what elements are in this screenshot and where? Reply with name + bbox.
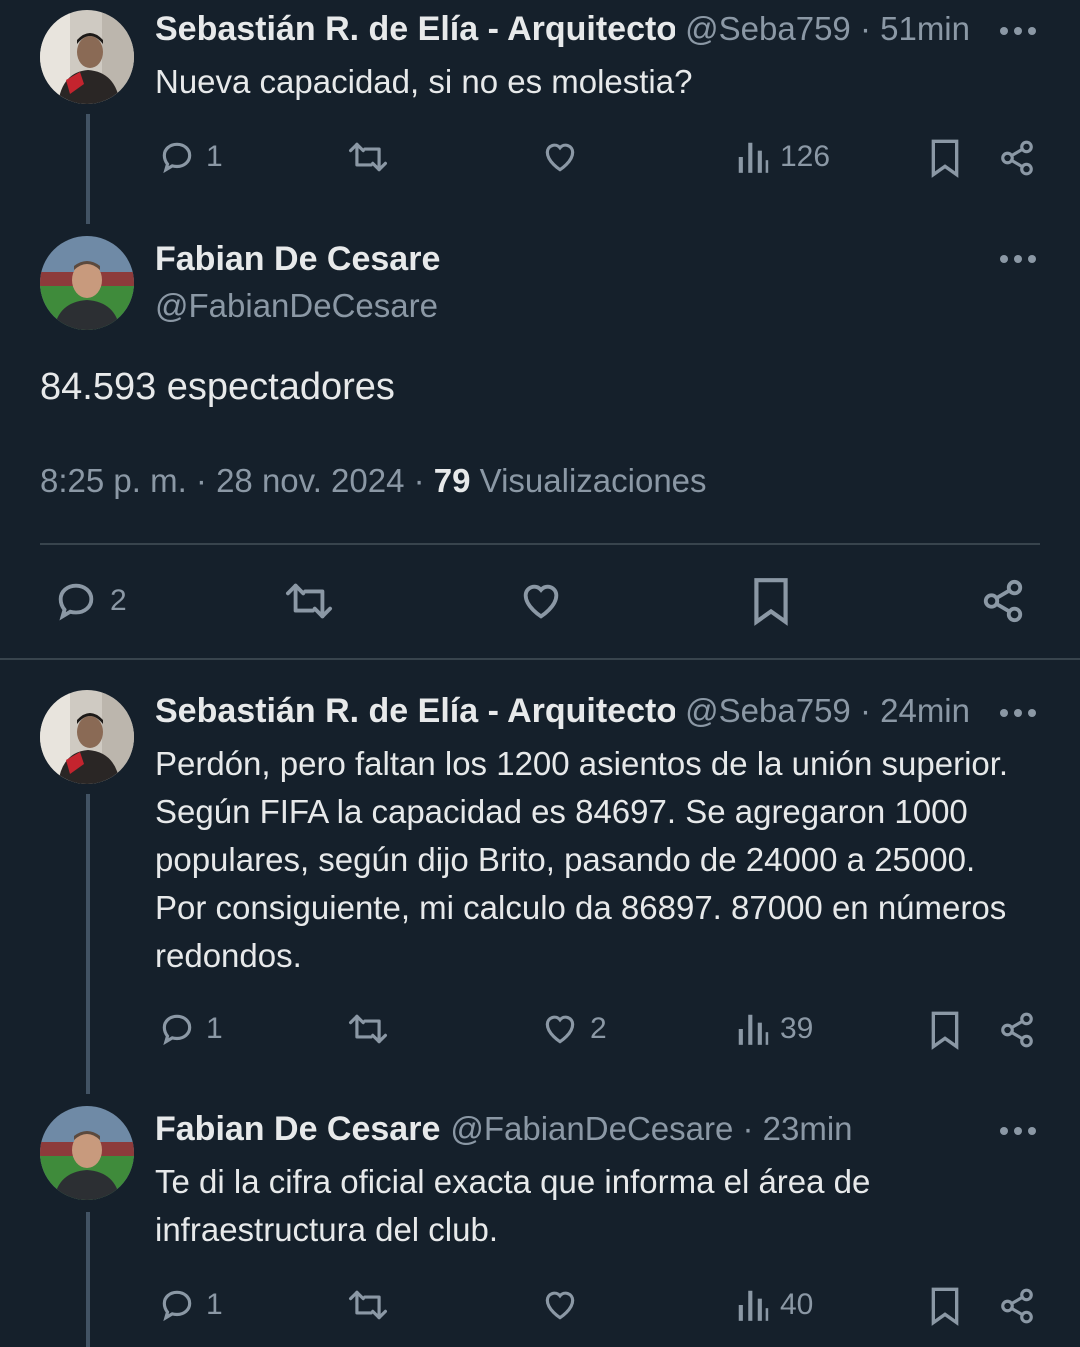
retweet-button[interactable] (346, 1010, 390, 1048)
bookmark-icon (931, 1011, 959, 1050)
more-icon[interactable] (1000, 252, 1040, 266)
handle-time[interactable]: @FabianDeCesare · 23min (450, 1110, 852, 1148)
tweet-timestamp[interactable]: 8:25 p. m. · 28 nov. 2024 · 79 Visualiza… (40, 462, 707, 500)
tweet-header: Fabian De Cesare @FabianDeCesare · 23min (155, 1110, 970, 1149)
share-icon (983, 579, 1023, 623)
more-icon[interactable] (1000, 24, 1040, 38)
more-icon[interactable] (1000, 706, 1040, 720)
thread-line (86, 794, 90, 1094)
avatar[interactable] (40, 10, 134, 104)
like-icon (545, 1291, 575, 1320)
reply-button[interactable]: 1 (158, 1010, 223, 1048)
retweet-icon (285, 583, 332, 619)
views-label: Visualizaciones (470, 462, 707, 499)
retweet-button[interactable] (282, 578, 336, 624)
tweet-header: Sebastián R. de Elía - Arquitecto @Seba7… (155, 10, 970, 49)
reply-count: 2 (110, 584, 127, 617)
reply-count: 1 (206, 140, 223, 173)
retweet-button[interactable] (346, 1286, 390, 1324)
share-button[interactable] (998, 1010, 1036, 1050)
views-count: 40 (780, 1288, 814, 1321)
retweet-icon (349, 1014, 387, 1044)
handle-time[interactable]: @Seba759 · 51min (685, 10, 970, 48)
bookmark-icon (931, 139, 959, 178)
retweet-icon (349, 142, 387, 172)
author-name[interactable]: Sebastián R. de Elía - Arquitecto (155, 10, 675, 49)
tweet-text: 84.593 espectadores (40, 366, 395, 408)
reply-icon (162, 142, 192, 174)
reply-count: 1 (206, 1012, 223, 1045)
divider (40, 543, 1040, 545)
views-icon (738, 1290, 769, 1321)
retweet-button[interactable] (346, 138, 390, 176)
tweet-text: Nueva capacidad, si no es molestia? (155, 63, 693, 100)
like-button[interactable] (516, 578, 566, 624)
share-button[interactable] (980, 576, 1026, 626)
divider (0, 658, 1080, 660)
thread-line (86, 114, 90, 224)
author-handle[interactable]: @FabianDeCesare (155, 287, 438, 325)
avatar[interactable] (40, 1106, 134, 1200)
bookmark-button[interactable] (928, 138, 962, 178)
views-icon (738, 1014, 769, 1045)
views-button[interactable]: 126 (736, 138, 830, 176)
reply-icon (58, 583, 94, 621)
views-count: 39 (780, 1012, 814, 1045)
views-button[interactable]: 39 (736, 1010, 813, 1048)
bookmark-button[interactable] (928, 1010, 962, 1050)
handle-time[interactable]: @Seba759 · 24min (685, 692, 970, 730)
author-name[interactable]: Fabian De Cesare (155, 1110, 440, 1149)
author-name[interactable]: Fabian De Cesare (155, 240, 440, 279)
like-icon (545, 143, 575, 172)
reply-button[interactable]: 1 (158, 1286, 223, 1324)
views-count: 79 (433, 462, 471, 499)
tweet-header: Sebastián R. de Elía - Arquitecto @Seba7… (155, 692, 970, 731)
share-button[interactable] (998, 138, 1036, 178)
share-icon (1001, 1288, 1033, 1324)
timestamp[interactable]: 8:25 p. m. · 28 nov. 2024 · (40, 462, 434, 499)
views-button[interactable]: 40 (736, 1286, 813, 1324)
like-count: 2 (590, 1012, 607, 1045)
retweet-icon (349, 1290, 387, 1320)
views-count: 126 (780, 140, 831, 173)
like-button[interactable] (540, 1286, 580, 1324)
bookmark-icon (754, 578, 788, 626)
reply-button[interactable]: 2 (52, 578, 127, 624)
bookmark-icon (931, 1287, 959, 1326)
reply-icon (162, 1290, 192, 1322)
views-icon (738, 142, 769, 173)
tweet-text: Te di la cifra oficial exacta que inform… (155, 1163, 871, 1248)
share-button[interactable] (998, 1286, 1036, 1326)
reply-button[interactable]: 1 (158, 138, 223, 176)
bookmark-button[interactable] (928, 1286, 962, 1326)
share-icon (1001, 140, 1033, 176)
thread-line (86, 1212, 90, 1347)
like-button[interactable] (540, 138, 580, 176)
avatar[interactable] (40, 690, 134, 784)
like-button[interactable]: 2 (540, 1010, 607, 1048)
like-icon (545, 1015, 575, 1044)
like-icon (523, 584, 559, 619)
more-icon[interactable] (1000, 1124, 1040, 1138)
bookmark-button[interactable] (750, 576, 792, 626)
reply-count: 1 (206, 1288, 223, 1321)
tweet-text: Perdón, pero faltan los 1200 asientos de… (155, 745, 1009, 974)
share-icon (1001, 1012, 1033, 1048)
author-name[interactable]: Sebastián R. de Elía - Arquitecto (155, 692, 675, 731)
avatar[interactable] (40, 236, 134, 330)
reply-icon (162, 1014, 192, 1046)
